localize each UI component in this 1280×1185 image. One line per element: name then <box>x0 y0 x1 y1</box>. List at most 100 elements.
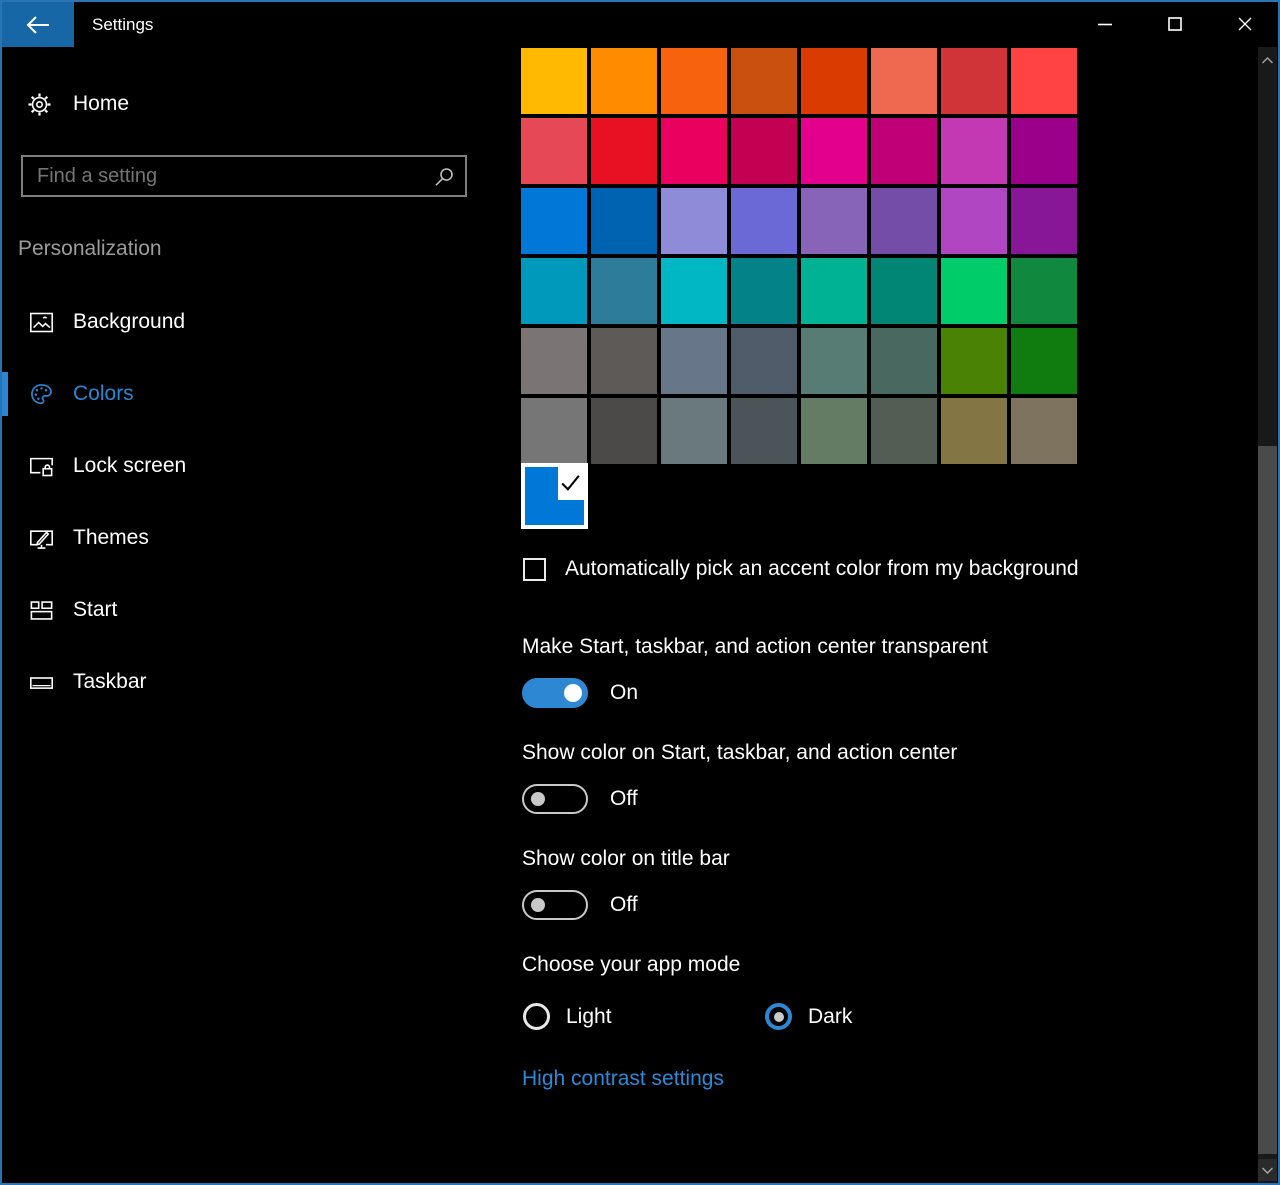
themes-icon <box>28 525 55 552</box>
toggle-off[interactable] <box>522 784 588 814</box>
accent-color-swatch[interactable] <box>871 48 937 114</box>
accent-color-swatch[interactable] <box>1011 188 1077 254</box>
accent-color-swatch[interactable] <box>521 328 587 394</box>
show-color-start-toggle-row: Off <box>522 784 638 814</box>
accent-color-swatch[interactable] <box>731 328 797 394</box>
accent-color-swatch[interactable] <box>1011 258 1077 324</box>
lock-screen-icon <box>28 453 55 480</box>
accent-color-swatch[interactable] <box>661 328 727 394</box>
sidebar-item-themes[interactable]: Themes <box>0 516 480 560</box>
app-mode-option-dark[interactable]: Dark <box>765 1003 852 1030</box>
accent-color-swatch[interactable] <box>731 398 797 464</box>
background-image-icon <box>28 309 55 336</box>
search-box <box>21 155 467 197</box>
accent-color-swatch[interactable] <box>801 258 867 324</box>
maximize-button[interactable] <box>1152 6 1198 42</box>
accent-color-swatch[interactable] <box>661 398 727 464</box>
selected-item-indicator <box>2 372 8 416</box>
accent-color-swatch[interactable] <box>941 118 1007 184</box>
scrollbar-thumb[interactable] <box>1258 446 1277 1154</box>
accent-color-swatch[interactable] <box>941 188 1007 254</box>
toggle-off[interactable] <box>522 890 588 920</box>
gear-icon <box>26 91 53 118</box>
accent-color-swatch[interactable] <box>521 118 587 184</box>
start-tiles-icon <box>28 597 55 624</box>
accent-color-swatch[interactable] <box>871 188 937 254</box>
sidebar-item-start[interactable]: Start <box>0 588 480 632</box>
sidebar-item-label: Colors <box>73 382 134 406</box>
accent-color-swatch[interactable] <box>661 118 727 184</box>
accent-color-swatch[interactable] <box>941 258 1007 324</box>
high-contrast-settings-link[interactable]: High contrast settings <box>522 1067 724 1091</box>
vertical-scrollbar[interactable] <box>1258 47 1277 1183</box>
accent-color-swatch[interactable] <box>591 48 657 114</box>
accent-color-swatch[interactable] <box>1011 48 1077 114</box>
accent-color-swatch[interactable] <box>521 188 587 254</box>
accent-color-grid <box>521 48 1077 464</box>
accent-color-swatch[interactable] <box>591 398 657 464</box>
taskbar-icon <box>28 669 55 696</box>
accent-color-swatch[interactable] <box>731 118 797 184</box>
show-color-start-setting-label: Show color on Start, taskbar, and action… <box>522 741 957 765</box>
palette-icon <box>28 381 55 408</box>
toggle-knob <box>564 684 582 702</box>
sidebar-item-colors[interactable]: Colors <box>0 372 480 416</box>
accent-color-swatch[interactable] <box>801 188 867 254</box>
accent-color-swatch[interactable] <box>941 328 1007 394</box>
checkbox-unchecked[interactable] <box>523 558 546 581</box>
accent-color-swatch[interactable] <box>521 258 587 324</box>
radio-dot <box>774 1012 784 1022</box>
sidebar-item-taskbar[interactable]: Taskbar <box>0 660 480 704</box>
scroll-up-arrow-icon[interactable] <box>1258 49 1277 71</box>
sidebar-nav: Background Colors Lock screen <box>0 300 480 732</box>
radio-unselected[interactable] <box>523 1003 550 1030</box>
toggle-state-label: On <box>610 681 638 705</box>
accent-color-swatch[interactable] <box>801 328 867 394</box>
accent-color-swatch[interactable] <box>871 398 937 464</box>
accent-color-swatch[interactable] <box>661 258 727 324</box>
accent-color-swatch[interactable] <box>1011 398 1077 464</box>
toggle-on[interactable] <box>522 678 588 708</box>
accent-color-swatch[interactable] <box>801 48 867 114</box>
accent-color-swatch[interactable] <box>731 48 797 114</box>
swatch-color-shape <box>525 500 584 525</box>
auto-accent-checkbox-row[interactable]: Automatically pick an accent color from … <box>523 557 1079 581</box>
accent-color-swatch[interactable] <box>871 328 937 394</box>
accent-color-swatch[interactable] <box>1011 328 1077 394</box>
sidebar-item-background[interactable]: Background <box>0 300 480 344</box>
back-button[interactable] <box>2 2 74 47</box>
accent-color-swatch[interactable] <box>941 398 1007 464</box>
titlebar: Settings <box>0 0 1280 47</box>
accent-color-swatch[interactable] <box>591 118 657 184</box>
accent-color-swatch[interactable] <box>871 118 937 184</box>
sidebar-item-label: Taskbar <box>73 670 147 694</box>
accent-color-swatch[interactable] <box>591 188 657 254</box>
home-label: Home <box>73 92 129 116</box>
accent-color-swatch[interactable] <box>871 258 937 324</box>
accent-color-swatch[interactable] <box>521 398 587 464</box>
accent-color-swatch[interactable] <box>521 48 587 114</box>
accent-color-swatch[interactable] <box>1011 118 1077 184</box>
search-icon[interactable] <box>433 166 455 188</box>
scroll-down-arrow-icon[interactable] <box>1258 1159 1277 1181</box>
app-mode-option-light[interactable]: Light <box>523 1003 612 1030</box>
accent-color-swatch[interactable] <box>941 48 1007 114</box>
radio-selected[interactable] <box>765 1003 792 1030</box>
search-input[interactable] <box>23 157 465 195</box>
accent-color-swatch[interactable] <box>591 328 657 394</box>
check-icon <box>558 470 583 495</box>
accent-color-swatch[interactable] <box>801 118 867 184</box>
accent-color-swatch[interactable] <box>591 258 657 324</box>
minimize-button[interactable] <box>1082 6 1128 42</box>
accent-color-swatch[interactable] <box>661 48 727 114</box>
sidebar-item-lock-screen[interactable]: Lock screen <box>0 444 480 488</box>
accent-color-swatch[interactable] <box>731 188 797 254</box>
accent-color-swatch[interactable] <box>661 188 727 254</box>
toggle-knob <box>531 898 545 912</box>
sidebar-item-home[interactable]: Home <box>26 84 129 124</box>
sidebar-item-label: Background <box>73 310 185 334</box>
accent-color-swatch[interactable] <box>731 258 797 324</box>
close-button[interactable] <box>1222 6 1268 42</box>
accent-color-swatch[interactable] <box>801 398 867 464</box>
selected-accent-color-swatch[interactable] <box>521 463 588 529</box>
